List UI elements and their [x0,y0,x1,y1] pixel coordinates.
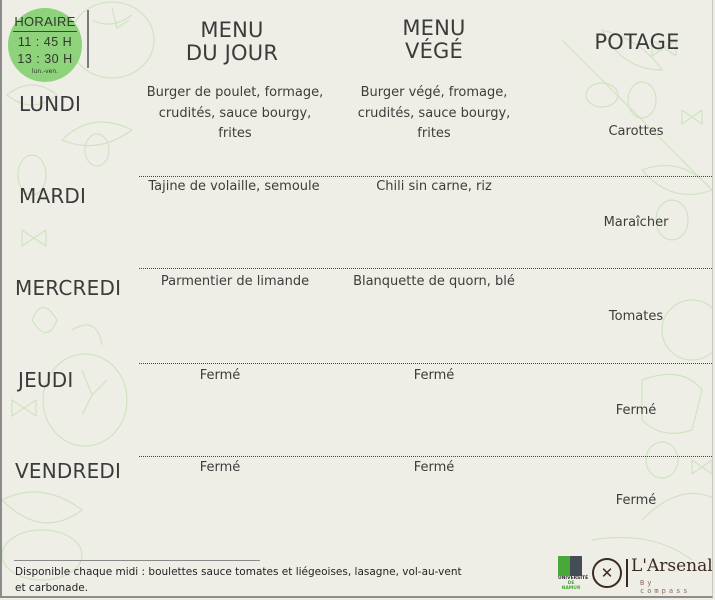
potage-lundi: Carottes [608,124,664,139]
row-separator [139,456,712,457]
menu-du-jour-vendredi: Fermé [199,460,241,475]
university-mark-icon [558,556,582,576]
menu-du-jour-jeudi: Fermé [199,368,241,383]
menu-board: HORAIRE 11 : 45 H 13 : 30 H lun.-ven. ME… [0,0,713,598]
menu-vege-mardi: Chili sin carne, riz [376,179,492,194]
menu-vege-lundi: Burger végé, fromage, crudités, sauce bo… [357,85,511,141]
potage-mercredi: Tomates [608,309,664,324]
restaurant-tagline: By compass [640,579,691,595]
menu-vege-mercredi: Blanquette de quorn, blé [353,274,515,289]
day-label-jeudi: JEUDI [18,368,74,392]
opening-hours-badge: HORAIRE 11 : 45 H 13 : 30 H lun.-ven. [8,8,82,82]
menu-vege-jeudi: Fermé [413,368,455,383]
column-header-line: DU JOUR [185,41,279,65]
day-label-vendredi: VENDREDI [15,459,122,483]
potage-vendredi: Fermé [615,493,657,508]
header-divider [87,10,89,68]
badge-divider [13,31,77,32]
day-label-lundi: LUNDI [19,92,82,116]
closing-time: 13 : 30 H [17,52,73,66]
logo-bar [626,559,628,587]
day-label-mercredi: MERCREDI [15,276,122,300]
opening-time: 11 : 45 H [17,35,73,49]
column-header-line: MENU [200,18,264,42]
day-label-mardi: MARDI [19,184,87,208]
daily-availability-note: Disponible chaque midi : boulettes sauce… [15,566,462,594]
menu-du-jour-mardi: Tajine de volaille, semoule [148,179,320,194]
menu-du-jour-mercredi: Parmentier de limande [160,274,310,289]
opening-hours-title: HORAIRE [14,14,76,29]
university-logo: UNIVERSITÉ DE NAMUR [558,556,588,591]
potage-mardi: Maraîcher [603,215,669,230]
opening-days: lun.-ven. [31,68,59,75]
row-separator [139,363,712,364]
column-header-potage: POTAGE [594,30,680,54]
restaurant-logo: ✕ L'Arsenal By compass [592,556,713,595]
footer-divider [14,560,260,561]
menu-vege-vendredi: Fermé [413,460,455,475]
potage-jeudi: Fermé [615,403,657,418]
fork-knife-icon: ✕ [592,558,622,588]
menu-du-jour-lundi: Burger de poulet, formage, crudités, sau… [146,85,324,141]
university-logo-line2: DE NAMUR [561,581,581,591]
column-header-menu-vege: MENU VÉGÉ [359,17,509,63]
row-separator [139,268,712,269]
column-header-menu-du-jour: MENU DU JOUR [157,19,307,65]
column-header-line: MENU [402,16,466,40]
column-header-line: VÉGÉ [405,39,463,63]
restaurant-name: L'Arsenal [631,556,713,576]
